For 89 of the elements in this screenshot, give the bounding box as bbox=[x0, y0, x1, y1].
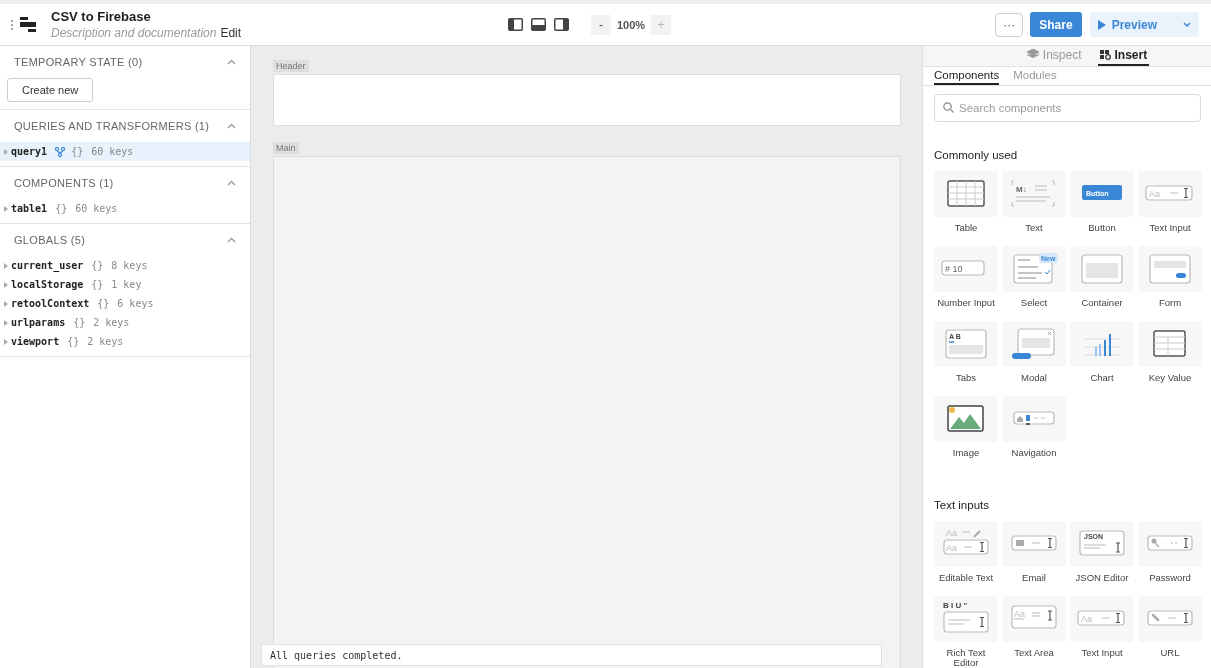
item-name: urlparams bbox=[11, 317, 66, 328]
key-count: 1 key bbox=[111, 279, 142, 290]
status-bar: All queries completed. bbox=[261, 644, 882, 666]
component-label[interactable]: Tabs bbox=[933, 373, 999, 392]
zoom-out-button[interactable]: - bbox=[591, 14, 611, 35]
chevron-up-icon[interactable] bbox=[227, 180, 236, 186]
section-title[interactable]: GLOBALS (5) bbox=[14, 234, 86, 246]
expand-triangle-icon[interactable] bbox=[4, 300, 8, 307]
sub-tab[interactable]: Components bbox=[934, 66, 1000, 85]
search-field[interactable]: Search components bbox=[934, 94, 1201, 122]
component-label[interactable]: Editable Text bbox=[933, 573, 999, 592]
key-count: 2 keys bbox=[93, 317, 130, 328]
key-count: 6 keys bbox=[117, 298, 154, 309]
component-label[interactable]: Modal bbox=[1001, 373, 1067, 392]
blocks-icon bbox=[1099, 49, 1111, 61]
chevron-up-icon[interactable] bbox=[227, 237, 236, 243]
expand-triangle-icon[interactable] bbox=[4, 319, 8, 326]
state-item-row[interactable]: retoolContext {} 6 keys bbox=[0, 294, 250, 313]
left-panel-toggle-icon[interactable] bbox=[508, 18, 523, 31]
key-count: 60 keys bbox=[75, 203, 118, 214]
expand-triangle-icon[interactable] bbox=[4, 148, 8, 155]
component-label[interactable]: Key Value bbox=[1137, 373, 1203, 392]
component-label[interactable]: Container bbox=[1069, 298, 1135, 317]
more-button[interactable]: ··· bbox=[995, 12, 1024, 37]
layers-icon bbox=[1026, 49, 1039, 61]
chevron-up-icon[interactable] bbox=[227, 59, 236, 65]
expand-triangle-icon[interactable] bbox=[4, 262, 8, 269]
component-label[interactable]: Text Area bbox=[1001, 648, 1067, 667]
component-label[interactable]: Text Input bbox=[1137, 223, 1203, 242]
component-label[interactable]: Navigation bbox=[1001, 448, 1067, 467]
frame-label: Main bbox=[273, 142, 299, 154]
group-title: Text inputs bbox=[934, 499, 990, 511]
component-label[interactable]: Number Input bbox=[933, 298, 999, 317]
chevron-up-icon[interactable] bbox=[227, 123, 236, 129]
object-braces: {} bbox=[55, 203, 68, 214]
component-label[interactable]: Text Input bbox=[1069, 648, 1135, 667]
item-name: table1 bbox=[11, 203, 48, 214]
group-title: Commonly used bbox=[934, 149, 1019, 161]
expand-triangle-icon[interactable] bbox=[4, 205, 8, 212]
share-button[interactable]: Share bbox=[1030, 12, 1082, 37]
section-title[interactable]: TEMPORARY STATE (0) bbox=[14, 56, 143, 68]
object-braces: {} bbox=[97, 298, 110, 309]
create-new-button[interactable]: Create new bbox=[7, 78, 94, 102]
state-item-row[interactable]: viewport {} 2 keys bbox=[0, 332, 250, 351]
component-label[interactable]: URL bbox=[1137, 648, 1203, 667]
component-label[interactable]: Text bbox=[1001, 223, 1067, 242]
query-icon bbox=[55, 146, 66, 157]
component-label[interactable]: Chart bbox=[1069, 373, 1135, 392]
component-label[interactable]: Rich Text Editor bbox=[933, 648, 999, 668]
frame-label: Header bbox=[273, 60, 309, 72]
edit-link[interactable]: Edit bbox=[220, 26, 242, 40]
play-icon bbox=[1097, 19, 1106, 30]
caret-icon bbox=[1183, 21, 1191, 28]
expand-triangle-icon[interactable] bbox=[4, 281, 8, 288]
state-item-row[interactable]: table1 {} 60 keys bbox=[0, 199, 250, 218]
object-braces: {} bbox=[67, 336, 80, 347]
bottom-panel-toggle-icon[interactable] bbox=[531, 18, 546, 31]
zoom-level: 100% bbox=[615, 18, 647, 31]
item-name: retoolContext bbox=[11, 298, 90, 309]
object-braces: {} bbox=[71, 146, 84, 157]
component-label[interactable]: Button bbox=[1069, 223, 1135, 242]
key-count: 8 keys bbox=[111, 260, 148, 271]
component-label[interactable]: Password bbox=[1137, 573, 1203, 592]
expand-triangle-icon[interactable] bbox=[4, 338, 8, 345]
app-title: CSV to Firebase bbox=[51, 9, 152, 24]
object-braces: {} bbox=[91, 260, 104, 271]
key-count: 60 keys bbox=[91, 146, 134, 157]
item-name: viewport bbox=[11, 336, 60, 347]
component-label[interactable]: Image bbox=[933, 448, 999, 467]
right-panel-toggle-icon[interactable] bbox=[554, 18, 569, 31]
state-item-row[interactable]: urlparams {} 2 keys bbox=[0, 313, 250, 332]
component-label[interactable]: Select bbox=[1001, 298, 1067, 317]
component-label[interactable]: JSON Editor bbox=[1069, 573, 1135, 592]
section-title[interactable]: COMPONENTS (1) bbox=[14, 177, 114, 189]
component-label[interactable]: Table bbox=[933, 223, 999, 242]
object-braces: {} bbox=[91, 279, 104, 290]
key-count: 2 keys bbox=[87, 336, 124, 347]
state-item-row[interactable]: current_user {} 8 keys bbox=[0, 256, 250, 275]
object-braces: {} bbox=[73, 317, 86, 328]
component-label[interactable]: Email bbox=[1001, 573, 1067, 592]
item-name: query1 bbox=[11, 146, 48, 157]
component-label[interactable]: Form bbox=[1137, 298, 1203, 317]
item-name: localStorage bbox=[11, 279, 84, 290]
section-title[interactable]: QUERIES AND TRANSFORMERS (1) bbox=[14, 120, 210, 132]
header-frame[interactable] bbox=[273, 74, 901, 126]
item-name: current_user bbox=[11, 260, 84, 271]
state-item-row[interactable]: localStorage {} 1 key bbox=[0, 275, 250, 294]
panel-tab[interactable]: Insert bbox=[1097, 46, 1150, 66]
state-item-row[interactable]: query1 {} 60 keys bbox=[0, 142, 250, 161]
